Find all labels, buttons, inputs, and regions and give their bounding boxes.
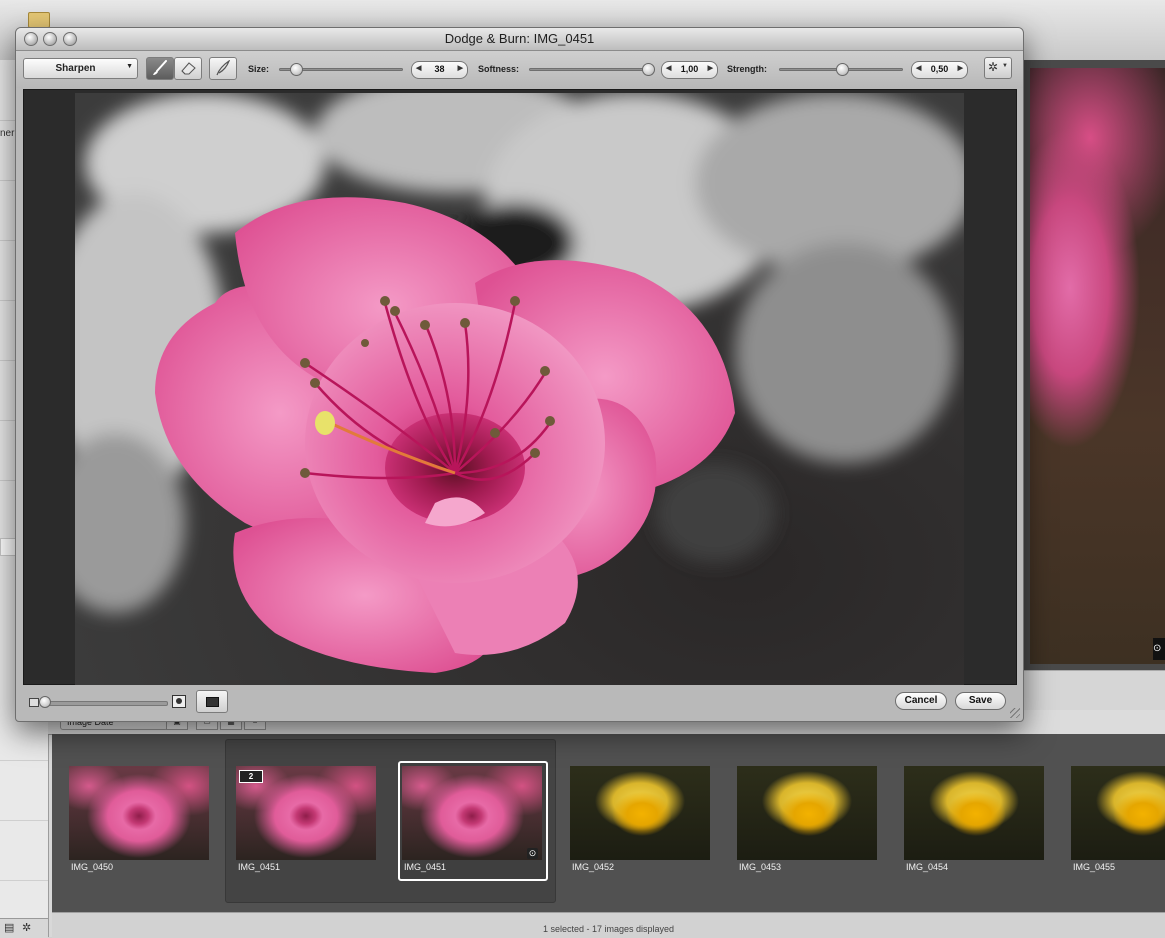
size-stepper[interactable]: ◀ 38 ▶	[411, 61, 468, 79]
library-bottom-toolbar: ▤ ✲	[0, 918, 48, 938]
thumbnail-image	[402, 766, 542, 860]
adjustment-badge-icon: ⊙	[527, 848, 538, 859]
dialog-footer: Cancel Save	[16, 685, 1023, 721]
save-button[interactable]: Save	[955, 692, 1006, 710]
chevron-down-icon: ▼	[1002, 63, 1008, 69]
status-text: 1 selected - 17 images displayed	[542, 924, 675, 934]
filmstrip-thumbnail[interactable]: IMG_0455	[1071, 766, 1165, 872]
size-label: Size:	[248, 64, 270, 74]
brush-tool-button[interactable]	[146, 57, 174, 80]
thumbnail-image	[570, 766, 710, 860]
filmstrip-thumbnail[interactable]: 2 IMG_0451	[236, 766, 376, 872]
list-divider	[0, 880, 48, 881]
new-album-icon[interactable]: ▤	[4, 921, 14, 934]
filmstrip-thumbnail[interactable]: ⊙ IMG_0451	[402, 766, 542, 872]
fit-to-window-button[interactable]	[196, 690, 228, 713]
viewer-toolbar	[1022, 670, 1165, 711]
softness-slider[interactable]	[529, 68, 653, 71]
edit-canvas[interactable]	[23, 89, 1017, 685]
photo-preview[interactable]	[75, 93, 964, 685]
filmstrip: IMG_0450 2 IMG_0451 ⊙ IMG_0451 IMG_0452 IMG_04…	[52, 734, 1165, 912]
folder-icon	[28, 12, 50, 28]
thumbnail-caption: IMG_0451	[404, 862, 447, 872]
gear-icon[interactable]: ✲	[22, 921, 31, 934]
brush-mode-select[interactable]: Sharpen ▼	[23, 58, 138, 79]
thumbnail-caption: IMG_0454	[906, 862, 949, 872]
brush-mode-label: Sharpen	[55, 63, 96, 74]
thumbnail-caption: IMG_0451	[238, 862, 281, 872]
list-divider	[0, 820, 48, 821]
thumbnail-caption: IMG_0452	[572, 862, 615, 872]
increment-arrow-icon[interactable]: ▶	[958, 64, 963, 72]
eraser-tool-button[interactable]	[174, 57, 202, 80]
stack-count-badge[interactable]: 2	[239, 770, 263, 783]
softness-label: Softness:	[478, 64, 520, 74]
zoom-out-icon[interactable]	[29, 698, 39, 707]
filmstrip-thumbnail[interactable]: IMG_0452	[570, 766, 710, 872]
flower-photo	[75, 93, 964, 685]
size-slider-knob[interactable]	[290, 63, 304, 76]
dodge-burn-dialog: Dodge & Burn: IMG_0451 Sharpen ▼ Size: ◀…	[15, 27, 1024, 722]
viewer-photo	[1030, 68, 1165, 664]
cancel-button[interactable]: Cancel	[895, 692, 947, 710]
softness-stepper[interactable]: ◀ 1,00 ▶	[661, 61, 718, 79]
thumbnail-caption: IMG_0455	[1073, 862, 1116, 872]
softness-slider-knob[interactable]	[642, 63, 655, 76]
strength-label: Strength:	[727, 64, 767, 74]
strength-slider-knob[interactable]	[835, 63, 849, 76]
main-viewer: ⊙	[1022, 60, 1165, 670]
dialog-title: Dodge & Burn: IMG_0451	[444, 31, 595, 46]
library-panel-label: ner	[0, 128, 15, 139]
filmstrip-thumbnail[interactable]: IMG_0453	[737, 766, 877, 872]
increment-arrow-icon[interactable]: ▶	[708, 64, 713, 72]
dialog-titlebar[interactable]: Dodge & Burn: IMG_0451	[16, 28, 1023, 51]
gear-icon: ✲	[988, 60, 999, 74]
action-menu-button[interactable]: ✲ ▼	[984, 57, 1012, 79]
feather-icon	[216, 60, 231, 76]
filmstrip-thumbnail[interactable]: IMG_0450	[69, 766, 209, 872]
eraser-icon	[181, 62, 196, 75]
thumbnail-caption: IMG_0453	[739, 862, 782, 872]
zoom-slider-knob[interactable]	[39, 696, 51, 708]
zoom-in-icon[interactable]	[172, 695, 186, 708]
adjustment-badge-icon: ⊙	[1153, 638, 1165, 660]
increment-arrow-icon[interactable]: ▶	[458, 64, 463, 72]
thumbnail-image	[1071, 766, 1165, 860]
status-bar: 1 selected - 17 images displayed	[52, 912, 1165, 938]
thumbnail-image	[904, 766, 1044, 860]
resize-grip-icon[interactable]	[1010, 708, 1020, 718]
chevron-down-icon: ▼	[126, 63, 133, 70]
brush-icon	[153, 60, 167, 75]
library-selected-row[interactable]	[0, 538, 16, 556]
brush-toolbar: Sharpen ▼ Size: ◀ 38 ▶ Softness: ◀ 1,00 …	[16, 51, 1023, 88]
feather-tool-button[interactable]	[209, 57, 237, 80]
thumbnail-caption: IMG_0450	[71, 862, 114, 872]
thumbnail-image	[69, 766, 209, 860]
list-divider	[0, 760, 48, 761]
thumbnail-image	[737, 766, 877, 860]
filmstrip-thumbnail[interactable]: IMG_0454	[904, 766, 1044, 872]
zoom-slider[interactable]	[42, 701, 168, 706]
strength-stepper[interactable]: ◀ 0,50 ▶	[911, 61, 968, 79]
